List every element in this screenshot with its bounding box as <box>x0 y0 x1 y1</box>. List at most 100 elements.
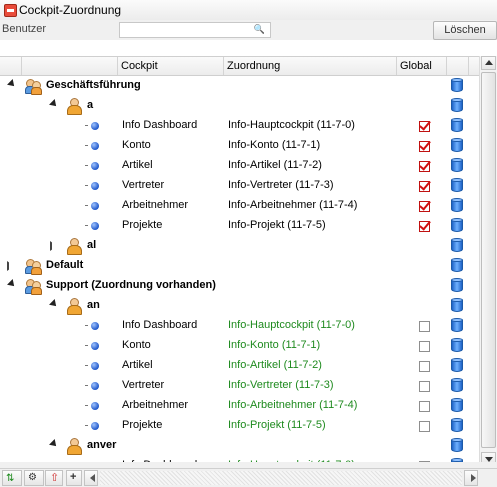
chevron-down-icon[interactable] <box>49 99 59 109</box>
user-icon <box>67 298 82 315</box>
user-label: anver <box>87 439 117 451</box>
bullet-icon <box>91 422 99 430</box>
global-checkbox[interactable] <box>419 401 430 412</box>
chevron-down-icon[interactable] <box>7 279 17 289</box>
database-icon[interactable] <box>451 358 463 373</box>
zuordnung-cell: Info-Artikel (11-7-2) <box>228 359 322 371</box>
tree-group-row[interactable]: Default <box>0 256 479 276</box>
chevron-down-icon[interactable] <box>49 439 59 449</box>
database-icon[interactable] <box>451 298 463 313</box>
table-row[interactable]: Arbeitnehmer Info-Arbeitnehmer (11-7-4) <box>0 196 479 216</box>
tree-user-row[interactable]: a <box>0 96 479 116</box>
database-icon[interactable] <box>451 338 463 353</box>
clear-button[interactable]: Löschen <box>433 21 497 40</box>
bullet-icon <box>91 342 99 350</box>
cockpit-cell: Info Dashboard <box>122 119 198 131</box>
table-row[interactable]: Info Dashboard Info-Hauptcockpit (11-7-0) <box>0 316 479 336</box>
chevron-down-icon[interactable] <box>7 79 17 89</box>
tools-button[interactable]: ⚙ <box>24 470 44 486</box>
refresh-button[interactable]: ⇅ <box>2 470 22 486</box>
bullet-icon <box>91 222 99 230</box>
database-icon[interactable] <box>451 178 463 193</box>
table-row[interactable]: Projekte Info-Projekt (11-7-5) <box>0 216 479 236</box>
bullet-icon <box>91 382 99 390</box>
database-icon[interactable] <box>451 318 463 333</box>
bullet-icon <box>91 122 99 130</box>
scroll-left-button[interactable] <box>84 470 98 486</box>
database-icon[interactable] <box>451 378 463 393</box>
table-row[interactable]: Arbeitnehmer Info-Arbeitnehmer (11-7-4) <box>0 396 479 416</box>
table-row[interactable]: Info Dashboard Info-Hauptcockpit (11-7-0) <box>0 116 479 136</box>
global-checkbox[interactable] <box>419 421 430 432</box>
search-icon[interactable]: 🔍 <box>254 24 265 35</box>
global-checkbox[interactable] <box>419 181 430 192</box>
tree-group-row[interactable]: Geschäftsführung <box>0 76 479 96</box>
global-checkbox[interactable] <box>419 221 430 232</box>
table-row[interactable]: Konto Info-Konto (11-7-1) <box>0 336 479 356</box>
cockpit-cell: Projekte <box>122 219 163 231</box>
tree-line <box>85 185 88 186</box>
table-row[interactable]: Konto Info-Konto (11-7-1) <box>0 136 479 156</box>
database-icon[interactable] <box>451 418 463 433</box>
cockpit-cell: Info Dashboard <box>122 319 198 331</box>
global-checkbox[interactable] <box>419 361 430 372</box>
tree-user-row[interactable]: anver <box>0 436 479 456</box>
global-checkbox[interactable] <box>419 121 430 132</box>
tree-group-row[interactable]: Support (Zuordnung vorhanden) <box>0 276 479 296</box>
tools-icon: ⚙ <box>28 472 37 483</box>
move-up-button[interactable]: ⇧ <box>45 470 63 486</box>
scroll-up-button[interactable] <box>481 56 496 70</box>
chevron-right-icon[interactable] <box>50 241 58 251</box>
cockpit-cell: Konto <box>122 139 151 151</box>
zuordnung-cell: Info-Konto (11-7-1) <box>228 339 321 351</box>
table-row[interactable]: Projekte Info-Projekt (11-7-5) <box>0 416 479 436</box>
horizontal-scrollbar-track[interactable] <box>100 471 462 485</box>
table-row[interactable]: Vertreter Info-Vertreter (11-7-3) <box>0 176 479 196</box>
database-icon[interactable] <box>451 158 463 173</box>
scroll-right-button[interactable] <box>464 470 478 486</box>
table-row[interactable]: Artikel Info-Artikel (11-7-2) <box>0 156 479 176</box>
tree-line <box>85 405 88 406</box>
add-button[interactable]: + <box>66 470 82 486</box>
chevron-left-icon <box>90 474 95 482</box>
zuordnung-cell: Info-Projekt (11-7-5) <box>228 419 326 431</box>
table-row[interactable]: Artikel Info-Artikel (11-7-2) <box>0 356 479 376</box>
database-icon[interactable] <box>451 398 463 413</box>
bottom-toolbar: ⇅ ⚙ ⇧ + <box>0 468 497 487</box>
database-icon[interactable] <box>451 218 463 233</box>
chevron-down-icon[interactable] <box>49 299 59 309</box>
user-group-icon <box>25 278 42 295</box>
database-icon[interactable] <box>451 78 463 93</box>
global-checkbox[interactable] <box>419 141 430 152</box>
bullet-icon <box>91 322 99 330</box>
tree-user-row[interactable]: an <box>0 296 479 316</box>
zuordnung-cell: Info-Hauptcockpit (11-7-0) <box>228 119 355 131</box>
global-checkbox[interactable] <box>419 381 430 392</box>
cockpit-cell: Vertreter <box>122 179 165 191</box>
tree-line <box>85 165 88 166</box>
database-icon[interactable] <box>451 438 463 453</box>
database-icon[interactable] <box>451 138 463 153</box>
user-icon <box>67 238 82 255</box>
database-icon[interactable] <box>451 238 463 253</box>
window-title: Cockpit-Zuordnung <box>19 3 122 17</box>
database-icon[interactable] <box>451 98 463 113</box>
user-filter-input[interactable]: 🔍 <box>119 22 271 38</box>
database-icon[interactable] <box>451 258 463 273</box>
database-icon[interactable] <box>451 278 463 293</box>
global-checkbox[interactable] <box>419 321 430 332</box>
refresh-icon: ⇅ <box>6 473 15 484</box>
user-label: a <box>87 99 94 111</box>
cockpit-cell: Projekte <box>122 419 163 431</box>
table-row[interactable]: Vertreter Info-Vertreter (11-7-3) <box>0 376 479 396</box>
vertical-scrollbar[interactable] <box>479 56 497 468</box>
global-checkbox[interactable] <box>419 161 430 172</box>
global-checkbox[interactable] <box>419 341 430 352</box>
database-icon[interactable] <box>451 198 463 213</box>
scroll-thumb[interactable] <box>481 72 496 448</box>
user-filter-label: Benutzer <box>2 23 47 35</box>
database-icon[interactable] <box>451 118 463 133</box>
chevron-right-icon[interactable] <box>7 261 15 271</box>
global-checkbox[interactable] <box>419 201 430 212</box>
tree-user-row[interactable]: al <box>0 236 479 256</box>
